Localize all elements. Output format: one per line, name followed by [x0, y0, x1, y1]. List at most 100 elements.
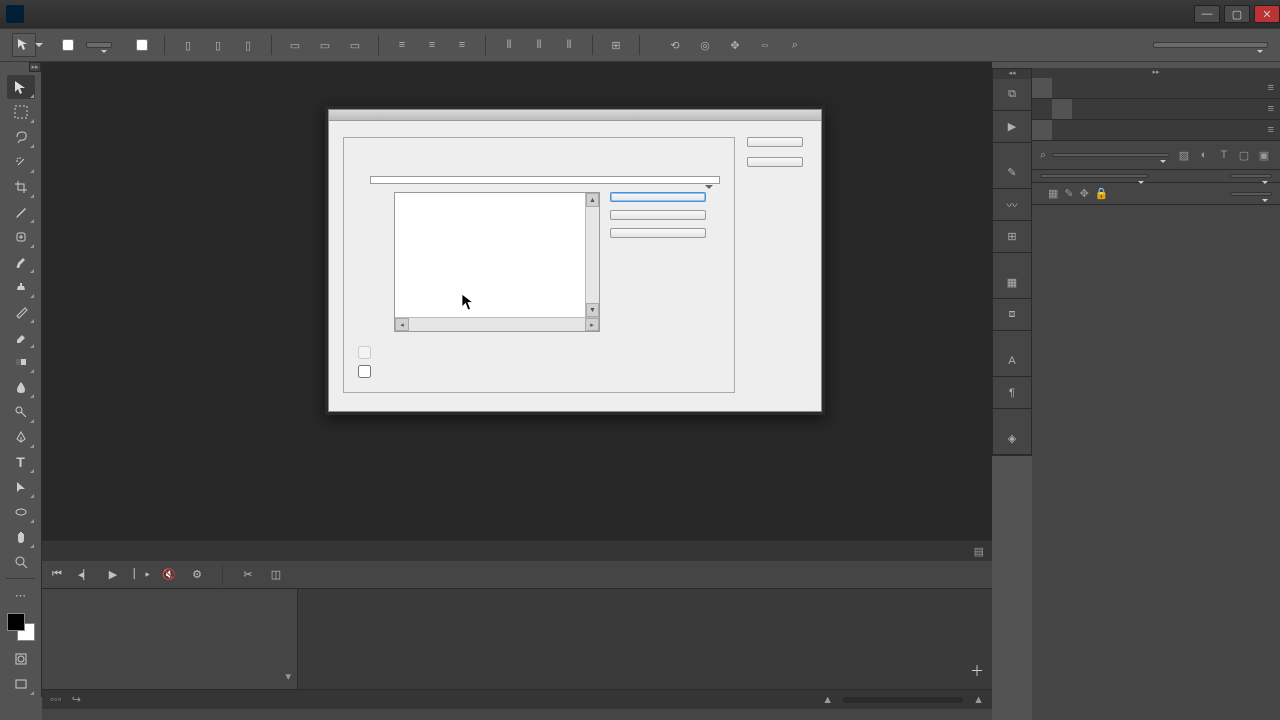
3d-pan-icon[interactable]: ✥ — [724, 34, 746, 56]
lasso-tool[interactable] — [7, 125, 35, 149]
foreground-color-swatch[interactable] — [7, 613, 25, 631]
dock-expand-icon[interactable]: ◂◂ — [993, 69, 1031, 79]
menu-window[interactable] — [216, 6, 236, 14]
distribute-horizontal-icon[interactable]: ⦀ — [528, 34, 550, 56]
opacity-input[interactable] — [1230, 174, 1272, 178]
tool-preset-picker[interactable] — [12, 33, 36, 57]
menu-image[interactable] — [76, 6, 96, 14]
layer-filter-type-dropdown[interactable] — [1052, 153, 1170, 157]
timeline-zoom-in-icon[interactable]: ▲ — [973, 694, 984, 706]
timeline-menu-icon[interactable]: ▤ — [974, 545, 984, 558]
filter-pixel-icon[interactable]: ▨ — [1176, 147, 1192, 163]
window-maximize-button[interactable]: ▢ — [1224, 5, 1250, 23]
eyedropper-tool[interactable] — [7, 200, 35, 224]
swatches-panel-icon[interactable]: ▦ — [993, 267, 1031, 299]
brush-tool[interactable] — [7, 250, 35, 274]
info-tab[interactable] — [1052, 78, 1072, 98]
type-tool[interactable]: T — [7, 450, 35, 474]
distribute-left-icon[interactable]: ⦀ — [498, 34, 520, 56]
filter-type-icon[interactable]: T — [1216, 147, 1232, 163]
menu-layer[interactable] — [96, 6, 116, 14]
clone-stamp-tool[interactable] — [7, 275, 35, 299]
align-top-edges-icon[interactable]: ▭ — [284, 34, 306, 56]
timeline-prev-frame-icon[interactable]: ◂⎸ — [78, 568, 92, 582]
menu-filter[interactable] — [156, 6, 176, 14]
history-brush-tool[interactable] — [7, 300, 35, 324]
file-list[interactable]: ▲ ▼ ◂ ▸ — [394, 192, 600, 332]
path-selection-tool[interactable] — [7, 475, 35, 499]
timeline-next-frame-icon[interactable]: ⎸▸ — [134, 568, 148, 581]
clone-source-panel-icon[interactable]: ⊞ — [993, 221, 1031, 253]
scroll-right-icon[interactable]: ▸ — [585, 318, 599, 331]
3d-zoom-icon[interactable]: ⌕ — [784, 34, 806, 56]
auto-select-type-dropdown[interactable] — [86, 42, 112, 48]
history-panel-icon[interactable]: ⧉ — [993, 79, 1031, 111]
timeline-zoom-out-icon[interactable]: ▲ — [822, 694, 833, 706]
use-dropdown[interactable] — [370, 176, 720, 184]
menu-file[interactable] — [36, 6, 56, 14]
3d-roll-icon[interactable]: ◎ — [694, 34, 716, 56]
timeline-zoom-slider[interactable] — [843, 697, 963, 703]
crop-tool[interactable] — [7, 175, 35, 199]
distribute-vertical-icon[interactable]: ≡ — [421, 34, 443, 56]
toolbar-expand-icon[interactable]: ▸▸ — [29, 62, 41, 72]
scroll-up-icon[interactable]: ▲ — [586, 193, 599, 207]
lock-pixels-icon[interactable]: ✎ — [1064, 187, 1073, 200]
distribute-right-icon[interactable]: ⦀ — [558, 34, 580, 56]
timeline-render-icon[interactable]: ↪ — [72, 693, 81, 706]
marquee-tool[interactable] — [7, 100, 35, 124]
move-tool[interactable] — [7, 75, 35, 99]
file-list-scrollbar-horizontal[interactable]: ◂ ▸ — [395, 317, 599, 331]
eraser-tool[interactable] — [7, 325, 35, 349]
ok-button[interactable] — [747, 137, 803, 147]
align-vertical-centers-icon[interactable]: ▭ — [314, 34, 336, 56]
auto-align-layers-icon[interactable]: ⊞ — [605, 34, 627, 56]
remove-button[interactable] — [610, 210, 706, 220]
filter-adjustment-icon[interactable]: ◐ — [1196, 147, 1212, 163]
align-horizontal-centers-icon[interactable]: ▯ — [207, 34, 229, 56]
channels-tab[interactable] — [1052, 120, 1072, 140]
spot-healing-tool[interactable] — [7, 225, 35, 249]
lock-all-icon[interactable]: 🔒 — [1095, 187, 1109, 200]
window-close-button[interactable]: ✕ — [1254, 5, 1280, 23]
distribute-bottom-icon[interactable]: ≡ — [451, 34, 473, 56]
fill-input[interactable] — [1230, 192, 1272, 196]
add-open-files-button[interactable] — [610, 228, 706, 238]
timeline-add-media-icon[interactable]: ＋ — [970, 661, 984, 681]
dodge-tool[interactable] — [7, 400, 35, 424]
timeline-audio-icon[interactable]: 🔇 — [162, 568, 176, 581]
timeline-play-icon[interactable]: ▶ — [106, 568, 120, 581]
motion-dropdown[interactable] — [1153, 42, 1268, 48]
character-panel-icon[interactable]: A — [993, 345, 1031, 377]
show-transform-checkbox[interactable] — [136, 39, 152, 51]
zoom-tool[interactable] — [7, 550, 35, 574]
styles-panel-icon[interactable]: ⧈ — [993, 299, 1031, 331]
rectangle-tool[interactable] — [7, 500, 35, 524]
histogram-tab[interactable] — [1032, 78, 1052, 98]
auto-select-input[interactable] — [62, 39, 74, 51]
menu-type[interactable] — [116, 6, 136, 14]
pen-tool[interactable] — [7, 425, 35, 449]
brush-panel-icon[interactable]: 〰 — [993, 189, 1031, 221]
magic-wand-tool[interactable] — [7, 150, 35, 174]
layers-tab[interactable] — [1032, 120, 1052, 140]
scroll-left-icon[interactable]: ◂ — [395, 318, 409, 331]
show-transform-input[interactable] — [136, 39, 148, 51]
blend-mode-dropdown[interactable] — [1040, 174, 1148, 178]
menu-edit[interactable] — [56, 6, 76, 14]
filter-shape-icon[interactable]: ▢ — [1236, 147, 1252, 163]
hand-tool[interactable] — [7, 525, 35, 549]
scroll-down-icon[interactable]: ▼ — [586, 303, 599, 317]
edit-toolbar-icon[interactable]: ⋯ — [7, 583, 35, 607]
menu-select[interactable] — [136, 6, 156, 14]
window-minimize-button[interactable]: — — [1194, 5, 1220, 23]
3d-slide-icon[interactable]: ⇔ — [754, 34, 776, 56]
lock-position-icon[interactable]: ✥ — [1080, 187, 1089, 200]
3d-panel-icon[interactable]: ◈ — [993, 423, 1031, 455]
paragraph-panel-icon[interactable]: ¶ — [993, 377, 1031, 409]
timeline-split-icon[interactable]: ✂ — [241, 568, 255, 581]
color-swatches[interactable] — [7, 613, 35, 641]
timeline-transition-icon[interactable]: ◫ — [269, 568, 283, 581]
play-panel-icon[interactable]: ▶ — [993, 111, 1031, 143]
quick-mask-icon[interactable] — [7, 647, 35, 671]
